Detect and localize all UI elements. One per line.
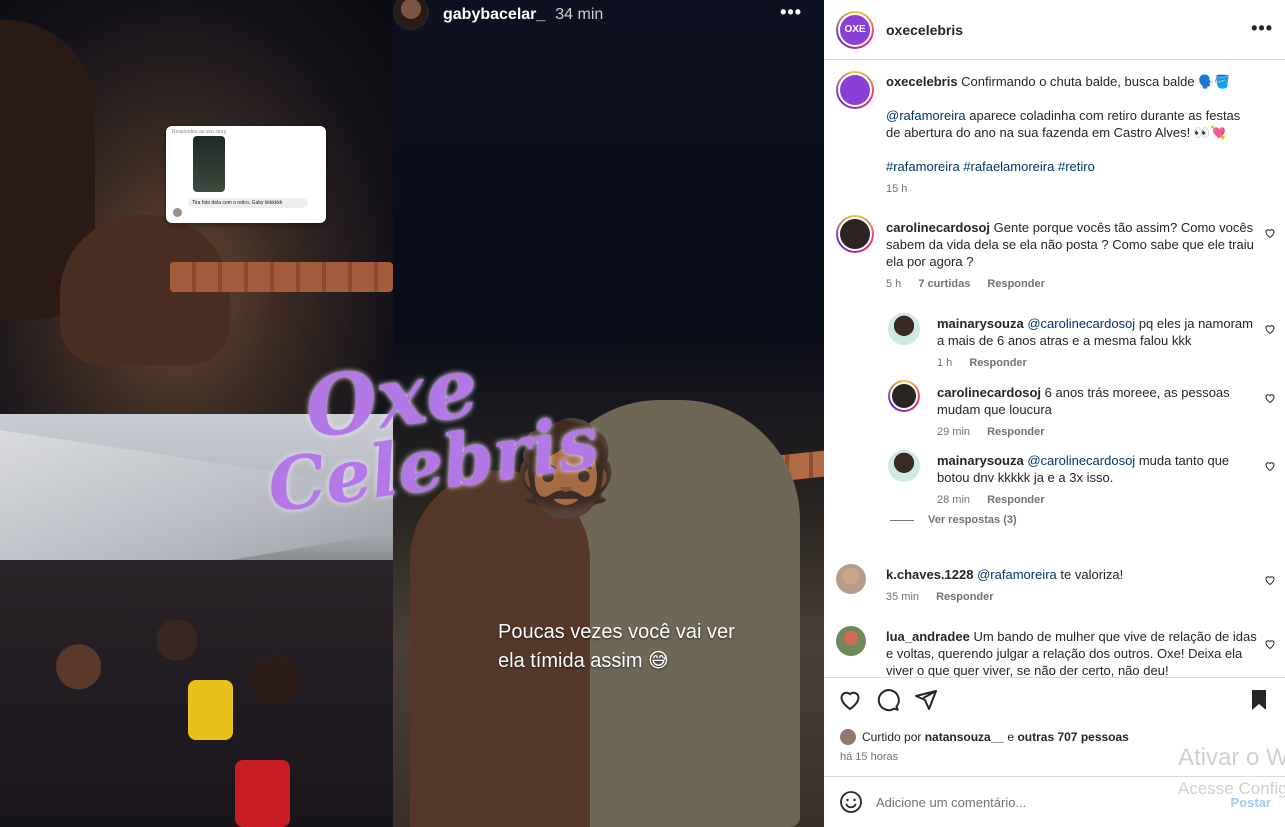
story-caption-line-2: ela tímida assim 😅 — [498, 650, 669, 672]
story-caption: Poucas vezes você vai ver ela tímida ass… — [498, 618, 798, 676]
dm-message: Tira foto dela com o retiro, Gaby kkkkkk… — [188, 198, 308, 208]
photo-red-shirt — [235, 760, 290, 827]
comment-username[interactable]: k.chaves.1228 — [886, 567, 973, 582]
liked-by-and: e — [1007, 730, 1015, 744]
reply-username[interactable]: carolinecardosoj — [937, 385, 1041, 400]
photo-roof-tiles — [170, 262, 393, 292]
post-media[interactable]: Respondeu ao seu story Tira foto dela co… — [0, 0, 824, 827]
story-more-icon: ••• — [780, 2, 802, 22]
reply-avatar[interactable] — [888, 313, 920, 345]
reply-meta: 29 min Responder — [937, 424, 1258, 441]
like-reply-heart-icon[interactable] — [1264, 323, 1276, 335]
dm-story-thumbnail — [193, 136, 225, 192]
comment-text: te valoriza! — [1060, 567, 1124, 582]
reply-body: carolinecardosoj 6 anos trás moreee, as … — [937, 384, 1258, 441]
brand-logo-text: OXE — [844, 24, 866, 35]
reply-body: mainarysouza @carolinecardosoj pq eles j… — [937, 315, 1258, 372]
comment-username[interactable]: carolinecardosoj — [886, 220, 990, 235]
liked-by-user[interactable]: natansouza__ — [925, 730, 1004, 744]
activate-subtitle: Acesse Configurações — [1178, 779, 1285, 798]
activate-title: Ativar o Windows — [1178, 744, 1285, 771]
comment-mention[interactable]: @rafamoreira — [977, 567, 1057, 582]
reply-username[interactable]: mainarysouza — [937, 316, 1024, 331]
like-reply-heart-icon[interactable] — [1264, 460, 1276, 472]
view-replies-line — [890, 519, 914, 521]
comment-meta: 5 h 7 curtidas Responder — [886, 276, 1258, 293]
caption-body: oxecelebris Confirmando o chuta balde, b… — [886, 73, 1258, 198]
like-comment-heart-icon[interactable] — [1264, 638, 1276, 650]
reply-meta: 1 h Responder — [937, 355, 1258, 372]
windows-activation-watermark: Ativar o Windows Acesse Configurações — [1178, 740, 1285, 802]
brand-logo: OXE — [838, 12, 872, 47]
comment-icon[interactable] — [876, 688, 900, 712]
liked-by: Curtido por natansouza__ e outras 707 pe… — [840, 729, 1129, 745]
caption-username[interactable]: oxecelebris — [886, 74, 958, 89]
reply-button[interactable]: Responder — [987, 426, 1044, 438]
story-username: gabybacelar_ — [443, 6, 546, 23]
photo-yellow-shirt — [188, 680, 233, 740]
comment-body: k.chaves.1228 @rafamoreira te valoriza! … — [886, 566, 1258, 606]
comment-body: lua_andradee Um bando de mulher que vive… — [886, 628, 1258, 677]
like-comment-heart-icon[interactable] — [1264, 227, 1276, 239]
author-username[interactable]: oxecelebris — [886, 22, 963, 38]
comment-time: 35 min — [886, 591, 920, 603]
comment-avatar[interactable] — [836, 626, 866, 656]
view-replies-button[interactable]: Ver respostas (3) — [890, 514, 1017, 526]
reply-avatar[interactable] — [888, 380, 920, 412]
emoji-picker-icon[interactable] — [839, 790, 863, 814]
post-sidebar: OXE oxecelebris ••• oxecelebris Confirma… — [824, 0, 1285, 827]
comments-scroll[interactable]: oxecelebris Confirmando o chuta balde, b… — [824, 61, 1285, 677]
caption-time: 15 h — [886, 183, 908, 195]
like-heart-icon[interactable] — [838, 688, 862, 712]
reply-username[interactable]: mainarysouza — [937, 453, 1024, 468]
reply-button[interactable]: Responder — [987, 494, 1044, 506]
reply-button[interactable]: Responder — [936, 591, 993, 603]
caption-hashtags[interactable]: #rafamoreira #rafaelamoreira #retiro — [886, 158, 1258, 175]
dm-reply-label: Respondeu ao seu story — [172, 129, 227, 135]
post-date: há 15 horas — [840, 751, 899, 763]
reply-mention[interactable]: @carolinecardosoj — [1027, 316, 1135, 331]
story-reply-screenshot: Respondeu ao seu story Tira foto dela co… — [166, 126, 326, 223]
reply-body: mainarysouza @carolinecardosoj muda tant… — [937, 452, 1258, 509]
like-reply-heart-icon[interactable] — [1264, 392, 1276, 404]
view-replies-label: Ver respostas (3) — [928, 514, 1017, 526]
save-bookmark-icon[interactable] — [1247, 688, 1271, 712]
dm-avatar — [173, 208, 182, 217]
reply-button[interactable]: Responder — [987, 278, 1044, 290]
comment-time: 5 h — [886, 278, 902, 290]
author-avatar[interactable]: OXE — [836, 10, 874, 49]
reply-button[interactable]: Responder — [969, 357, 1026, 369]
comment-likes[interactable]: 7 curtidas — [918, 278, 970, 290]
comment-meta: 35 min Responder — [886, 589, 1258, 606]
liked-by-others[interactable]: outras 707 pessoas — [1017, 730, 1128, 744]
action-icons — [838, 688, 938, 712]
story-caption-line-1: Poucas vezes você vai ver — [498, 621, 735, 643]
like-comment-heart-icon[interactable] — [1264, 574, 1276, 586]
caption-mention[interactable]: @rafamoreira — [886, 108, 966, 123]
reply-avatar[interactable] — [888, 450, 920, 482]
liked-by-prefix: Curtido por — [862, 730, 922, 744]
liked-by-avatar — [840, 729, 856, 745]
story-avatar — [393, 0, 429, 30]
share-icon[interactable] — [914, 688, 938, 712]
comment-username[interactable]: lua_andradee — [886, 629, 970, 644]
reply-time: 29 min — [937, 426, 971, 438]
reply-meta: 28 min Responder — [937, 492, 1258, 509]
comment-body: carolinecardosoj Gente porque vocês tão … — [886, 219, 1258, 293]
comment-avatar[interactable] — [836, 564, 866, 594]
caption-meta: 15 h — [886, 181, 1258, 198]
more-options-icon[interactable]: ••• — [1251, 18, 1273, 39]
comment-avatar[interactable] — [836, 215, 874, 253]
instagram-post-viewer: Respondeu ao seu story Tira foto dela co… — [0, 0, 1285, 827]
story-time: 34 min — [555, 6, 604, 23]
caption-text: Confirmando o chuta balde, busca balde 🗣… — [961, 74, 1231, 89]
reply-time: 1 h — [937, 357, 953, 369]
reply-time: 28 min — [937, 494, 971, 506]
caption-avatar[interactable] — [836, 71, 874, 109]
post-header: OXE oxecelebris ••• — [824, 0, 1285, 60]
reply-mention[interactable]: @carolinecardosoj — [1027, 453, 1135, 468]
story-header: gabybacelar_ 34 min ••• — [393, 0, 824, 30]
